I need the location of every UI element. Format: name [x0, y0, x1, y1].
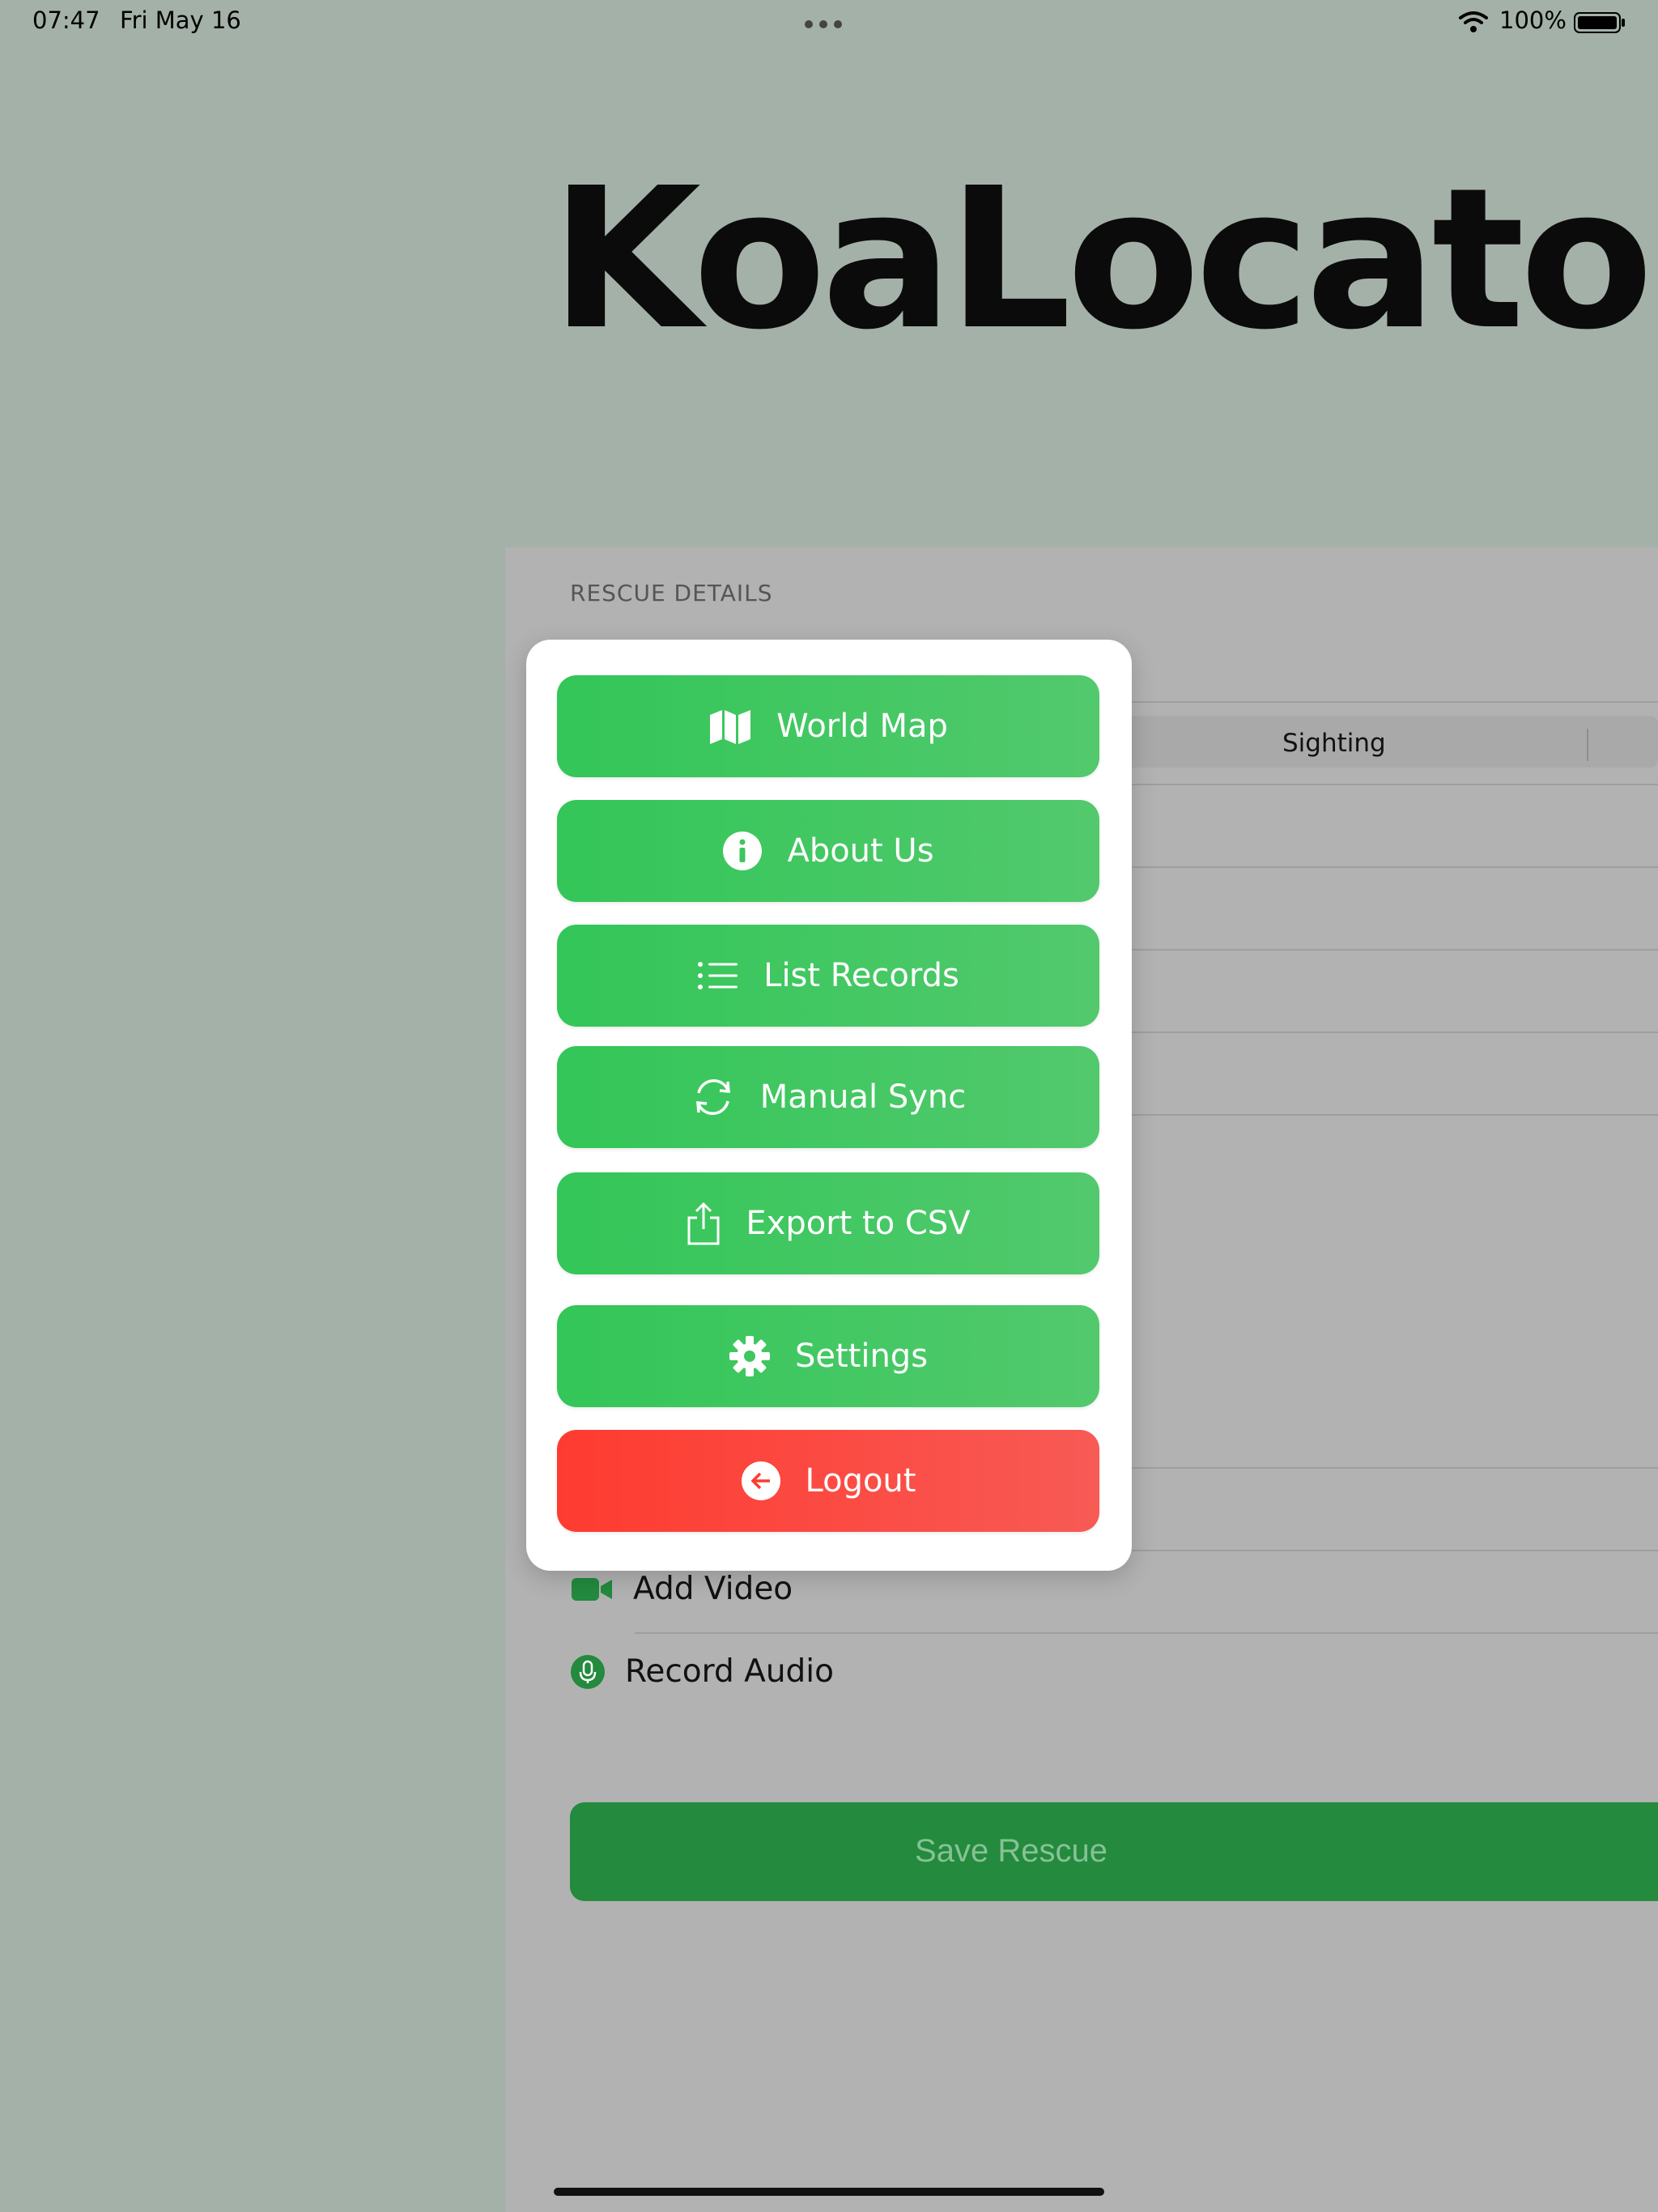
video-camera-icon	[570, 1576, 614, 1603]
main-menu-popover: World Map About Us List Records Manual S…	[526, 640, 1132, 1571]
info-icon	[722, 831, 763, 871]
add-video-row[interactable]: Add Video	[570, 1571, 793, 1607]
share-icon	[686, 1202, 721, 1245]
home-indicator[interactable]	[554, 2188, 1104, 2196]
status-time: 07:47	[32, 6, 100, 34]
map-icon	[708, 708, 752, 744]
save-rescue-button[interactable]: Save Rescue	[570, 1802, 1658, 1901]
about-us-button[interactable]: About Us	[557, 800, 1099, 902]
world-map-label: World Map	[776, 708, 948, 745]
record-audio-row[interactable]: Record Audio	[570, 1653, 834, 1690]
record-audio-label: Record Audio	[625, 1653, 834, 1690]
logout-button[interactable]: Logout	[557, 1430, 1099, 1532]
save-rescue-label: Save Rescue	[915, 1833, 1107, 1869]
export-csv-label: Export to CSV	[746, 1205, 971, 1242]
list-records-label: List Records	[763, 957, 959, 994]
gear-icon	[729, 1335, 771, 1377]
section-header: RESCUE DETAILS	[570, 580, 773, 606]
battery-icon	[1574, 12, 1625, 33]
world-map-button[interactable]: World Map	[557, 675, 1099, 777]
microphone-icon	[570, 1654, 606, 1690]
row-divider	[635, 1632, 1658, 1634]
wifi-icon	[1459, 11, 1488, 32]
logout-label: Logout	[805, 1462, 916, 1499]
logout-icon	[741, 1461, 781, 1501]
status-bar: 07:47 Fri May 16 100%	[0, 0, 1658, 45]
segment-divider	[1587, 729, 1588, 761]
list-records-button[interactable]: List Records	[557, 925, 1099, 1027]
export-csv-button[interactable]: Export to CSV	[557, 1172, 1099, 1274]
settings-label: Settings	[794, 1338, 929, 1375]
status-date: Fri May 16	[120, 6, 241, 34]
sync-icon	[691, 1077, 736, 1117]
settings-button[interactable]: Settings	[557, 1305, 1099, 1407]
manual-sync-label: Manual Sync	[759, 1078, 967, 1116]
add-video-label: Add Video	[633, 1571, 793, 1607]
about-us-label: About Us	[787, 832, 934, 870]
manual-sync-button[interactable]: Manual Sync	[557, 1046, 1099, 1148]
list-icon	[697, 961, 739, 990]
segment-sighting[interactable]: Sighting	[1282, 729, 1386, 758]
app-title: KoaLocator	[551, 146, 1658, 372]
multitasking-dots-icon[interactable]	[805, 16, 853, 28]
battery-percentage: 100%	[1499, 6, 1567, 34]
